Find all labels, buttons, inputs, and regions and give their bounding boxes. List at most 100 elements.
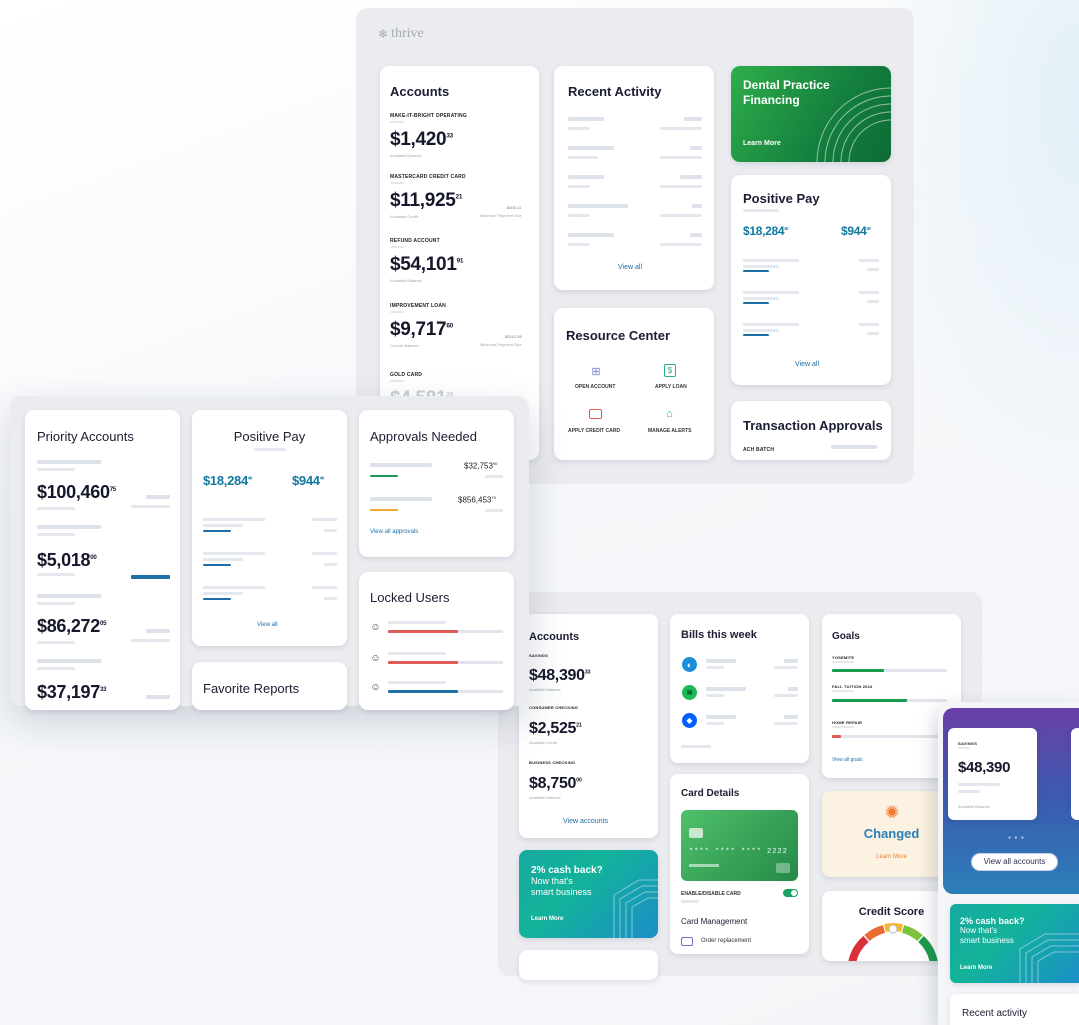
view-all-link[interactable]: View all <box>257 622 278 628</box>
cashback-line-3: smart business <box>531 887 592 897</box>
user-icon: ☺ <box>370 653 381 664</box>
locked-users-card: Locked Users ☺ ☺ ☺ <box>359 572 514 710</box>
personal-accounts-card: Accounts SAVINGS $48,39033 Available Bal… <box>519 614 658 838</box>
view-all-accounts-button[interactable]: View all accounts <box>971 853 1058 871</box>
account-balance[interactable]: $8,75000 <box>529 775 582 793</box>
cashback-line-1: 2% cash back? <box>531 865 603 876</box>
min-payment: $2012.05 <box>505 334 522 339</box>
balance-label: Available Credit <box>390 214 418 219</box>
mobile-cashback-card[interactable]: 2% cash back? Now that's smart business … <box>950 904 1079 983</box>
account-balance[interactable]: $5,01800 <box>37 550 97 571</box>
debit-card-image[interactable]: **** **** **** 2222 <box>681 810 798 881</box>
replace-card-icon <box>681 937 693 946</box>
min-payment: $300.11 <box>507 205 522 210</box>
cashback-line-2: Now that's <box>531 876 573 886</box>
learn-more-link[interactable]: Learn More <box>743 140 781 147</box>
account-balance[interactable]: $100,46075 <box>37 482 116 503</box>
account-balance[interactable]: $1,42033 <box>390 129 453 151</box>
positive-pay-amount[interactable]: $94440 <box>292 473 324 488</box>
account-balance[interactable]: $48,39033 <box>529 667 591 685</box>
account-balance[interactable]: $11,92521 <box>390 190 462 212</box>
credit-card-icon[interactable] <box>589 409 602 419</box>
account-name: IMPROVEMENT LOAN <box>390 303 446 309</box>
view-all-link[interactable]: View all <box>618 264 642 271</box>
accounts-title: Accounts <box>529 631 580 643</box>
bills-card: Bills this week ◐ ≋ ◆ <box>670 614 809 763</box>
account-balance[interactable]: $86,27205 <box>37 616 106 637</box>
ach-batch-label: ACH BATCH <box>743 447 775 453</box>
cashback-promo-card[interactable]: 2% cash back? Now that's smart business … <box>519 850 658 938</box>
accounts-title: Accounts <box>390 84 450 99</box>
balance-label: Available Balance <box>390 278 422 283</box>
account-name: SAVINGS <box>529 653 549 658</box>
brand-name: thrive <box>391 26 424 41</box>
goal-progress-track <box>832 699 947 702</box>
order-replacement-link[interactable]: Order replacement <box>701 938 751 944</box>
learn-more-link[interactable]: Learn More <box>960 965 992 971</box>
view-all-goals-link[interactable]: View all goals <box>832 757 862 763</box>
account-name: GOLD CARD <box>390 372 423 378</box>
dental-promo-card[interactable]: Dental Practice Financing Learn More <box>731 66 891 162</box>
spotify-icon[interactable]: ≋ <box>682 685 697 700</box>
dollar-icon[interactable]: $ <box>664 364 676 377</box>
learn-more-link[interactable]: Learn More <box>531 916 563 922</box>
mobile-phone-frame: SAVINGS $48,390 Available Balance ● ● ● … <box>938 702 1079 1025</box>
view-all-link[interactable]: View all <box>795 361 819 368</box>
mobile-next-card[interactable] <box>1071 728 1079 820</box>
recent-activity-title: Recent activity <box>962 1008 1028 1019</box>
goal-name: YOSEMITE <box>832 655 855 660</box>
brand-logo: ❄ thrive <box>378 26 424 42</box>
manage-alerts-link[interactable]: MANAGE ALERTS <box>648 428 691 434</box>
partial-card <box>519 950 658 980</box>
goal-progress-fill <box>832 669 884 672</box>
chip-icon <box>689 828 703 838</box>
account-name: CONSUMER CHECKING <box>529 705 579 710</box>
cashback-line-3: smart business <box>960 936 1014 945</box>
approval-amount[interactable]: $32,75390 <box>464 461 497 471</box>
favorite-reports-card: Favorite Reports <box>192 662 347 710</box>
enable-card-toggle[interactable] <box>783 889 798 897</box>
apply-credit-card-link[interactable]: APPLY CREDIT CARD <box>568 428 620 434</box>
carousel-dots: ● ● ● <box>1008 835 1025 841</box>
locked-users-title: Locked Users <box>370 590 450 605</box>
card-number: **** **** **** 2222 <box>689 848 788 856</box>
open-account-link[interactable]: OPEN ACCOUNT <box>575 384 615 390</box>
cashback-headline: 2% cash back? Now that's smart business <box>531 865 603 898</box>
cashback-line-2: Now that's <box>960 926 998 935</box>
priority-accounts-title: Priority Accounts <box>37 429 134 444</box>
wave-icon[interactable]: ◐ <box>682 657 697 672</box>
positive-pay-amount[interactable]: $94440 <box>841 224 871 238</box>
promo-title: Dental Practice Financing <box>743 78 830 107</box>
positive-pay-card: Positive Pay $18,28440 $94440 View all <box>731 175 891 385</box>
view-accounts-link[interactable]: View accounts <box>563 818 608 825</box>
cashback-line-1: 2% cash back? <box>960 916 1025 926</box>
account-balance[interactable]: $2,52521 <box>529 720 582 738</box>
approvals-needed-card: Approvals Needed $32,75390 $856,45379 Vi… <box>359 410 514 557</box>
dropbox-icon[interactable]: ◆ <box>682 713 697 728</box>
recent-activity-title: Recent Activity <box>568 84 662 99</box>
balance-label: Available Balance <box>390 153 422 158</box>
mobile-header: SAVINGS $48,390 Available Balance ● ● ● … <box>943 708 1079 894</box>
bills-title: Bills this week <box>681 629 757 641</box>
account-name: SAVINGS <box>958 741 978 746</box>
positive-pay-amount[interactable]: $18,28440 <box>743 224 789 238</box>
positive-pay-amount[interactable]: $18,28440 <box>203 473 253 488</box>
goal-name: HOME REPAIR <box>832 720 863 725</box>
card-details-title: Card Details <box>681 788 740 799</box>
approval-amount[interactable]: $856,45379 <box>458 495 496 505</box>
account-name: BUSINESS CHECKING <box>529 760 576 765</box>
transaction-approvals-card: Transaction Approvals ACH BATCH <box>731 401 891 460</box>
house-icon[interactable]: ⌂ <box>663 407 676 420</box>
priority-accounts-card: Priority Accounts $100,46075 $5,01800 $8… <box>25 410 180 710</box>
goals-title: Goals <box>832 631 860 642</box>
mobile-account-card[interactable]: SAVINGS $48,390 Available Balance <box>948 728 1037 820</box>
account-balance[interactable]: $54,10191 <box>390 254 463 276</box>
account-name: MASTERCARD CREDIT CARD <box>390 174 466 180</box>
account-balance[interactable]: $37,19733 <box>37 682 106 703</box>
toggle-label: ENABLE/DISABLE CARD <box>681 891 741 897</box>
grid-icon[interactable]: ⊞ <box>589 364 603 378</box>
apply-loan-link[interactable]: APPLY LOAN <box>655 384 687 390</box>
view-all-approvals-link[interactable]: View all approvals <box>370 529 418 535</box>
account-balance[interactable]: $9,71760 <box>390 319 453 341</box>
flame-icon: ✺ <box>884 803 900 822</box>
